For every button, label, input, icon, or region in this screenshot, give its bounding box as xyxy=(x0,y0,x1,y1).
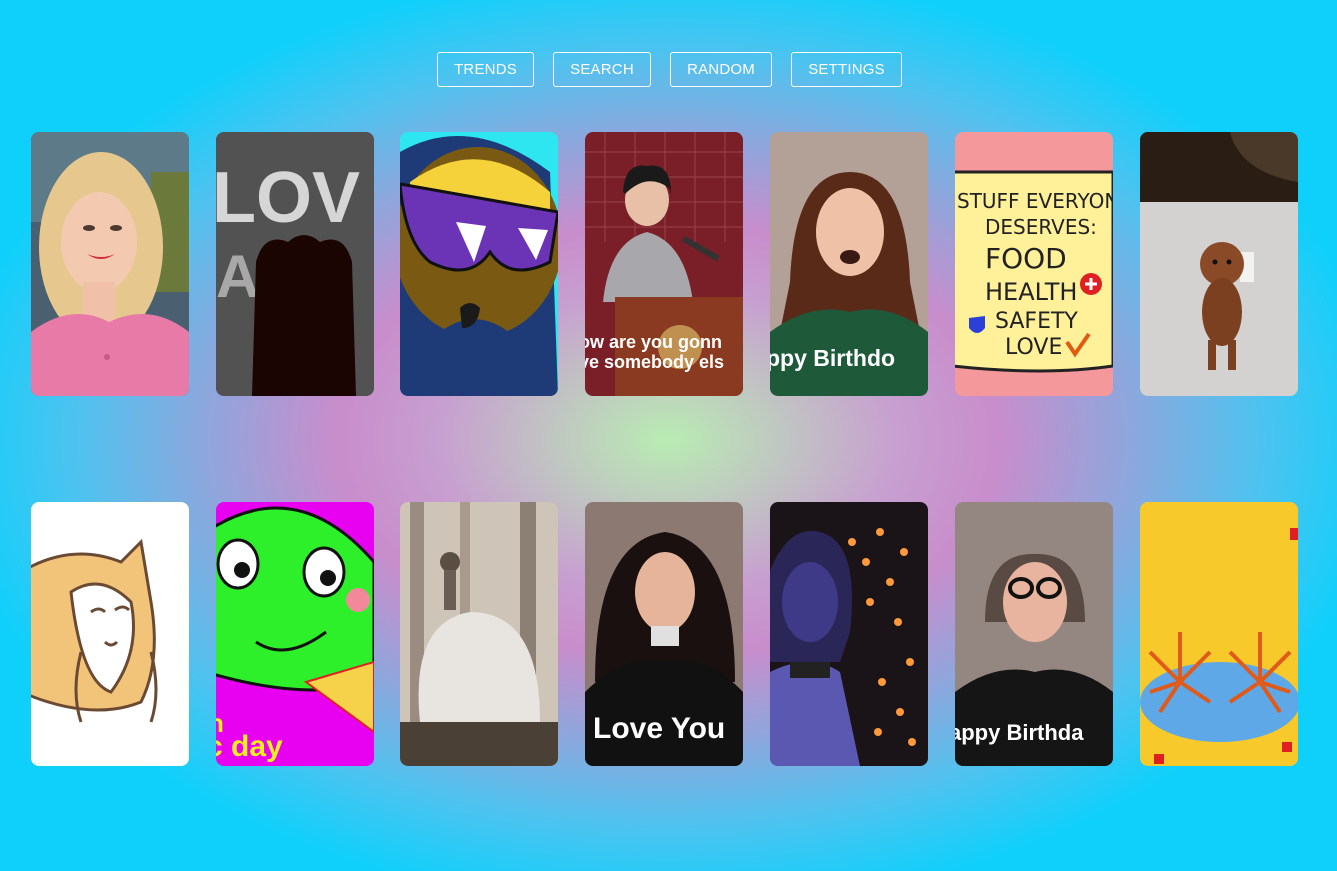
woman-lights-gif xyxy=(770,502,928,766)
gif-card[interactable]: appy Birthda xyxy=(955,502,1113,766)
svg-text:ppy Birthdo: ppy Birthdo xyxy=(770,345,895,371)
gif-card[interactable]: STUFF EVERYONE DESERVES: FOOD HEALTH SAF… xyxy=(955,132,1113,396)
gif-card[interactable] xyxy=(1140,132,1298,396)
gif-card[interactable] xyxy=(1140,502,1298,766)
gif-card[interactable]: n c day xyxy=(216,502,374,766)
svg-text:FOOD: FOOD xyxy=(985,242,1067,275)
woman-love-you-gif: Love You xyxy=(585,502,743,766)
love-text-silhouette-gif: LOV A N xyxy=(216,132,374,396)
settings-button[interactable]: SETTINGS xyxy=(791,52,902,87)
cartoon-frog-pizza-gif: n c day xyxy=(216,502,374,766)
svg-text:appy Birthda: appy Birthda xyxy=(955,720,1084,745)
woman-podium-speech-gif: ow are you gonn ve somebody els xyxy=(585,132,743,396)
search-button[interactable]: SEARCH xyxy=(553,52,651,87)
svg-text:ve somebody els: ve somebody els xyxy=(585,352,724,372)
random-button[interactable]: RANDOM xyxy=(670,52,772,87)
svg-text:DESERVES:: DESERVES: xyxy=(985,215,1097,239)
gif-card[interactable]: ppy Birthdo xyxy=(770,132,928,396)
gif-card[interactable]: LOV A N xyxy=(216,132,374,396)
woman-glasses-birthday-gif: appy Birthda xyxy=(955,502,1113,766)
cartoon-corgi-gif xyxy=(31,502,189,766)
gif-card[interactable] xyxy=(31,132,189,396)
cat-forest-gif xyxy=(400,502,558,766)
svg-text:LOVE: LOVE xyxy=(1005,335,1062,360)
svg-text:Love You: Love You xyxy=(593,712,725,745)
svg-text:HEALTH: HEALTH xyxy=(985,278,1077,306)
svg-text:STUFF EVERYONE: STUFF EVERYONE xyxy=(957,189,1113,213)
woman-birthday-gif: ppy Birthdo xyxy=(770,132,928,396)
gif-card[interactable] xyxy=(400,132,558,396)
gif-card[interactable] xyxy=(31,502,189,766)
gif-card[interactable]: ow are you gonn ve somebody els xyxy=(585,132,743,396)
notepad-stuff-everyone-deserves-gif: STUFF EVERYONE DESERVES: FOOD HEALTH SAF… xyxy=(955,132,1113,396)
gif-card[interactable] xyxy=(400,502,558,766)
woman-blonde-smiling-gif xyxy=(31,132,189,396)
trends-button[interactable]: TRENDS xyxy=(437,52,534,87)
cartoon-crab-yellow-gif xyxy=(1140,502,1298,766)
svg-text:c day: c day xyxy=(216,730,283,763)
cartoon-sunglasses-gif xyxy=(400,132,558,396)
gif-card[interactable] xyxy=(770,502,928,766)
top-nav: TRENDS SEARCH RANDOM SETTINGS xyxy=(0,52,1337,90)
svg-text:SAFETY: SAFETY xyxy=(995,309,1078,334)
poodle-dog-gif xyxy=(1140,132,1298,396)
svg-text:ow are you gonn: ow are you gonn xyxy=(585,332,722,352)
svg-text:LOV: LOV xyxy=(216,158,360,238)
gif-card[interactable]: Love You xyxy=(585,502,743,766)
